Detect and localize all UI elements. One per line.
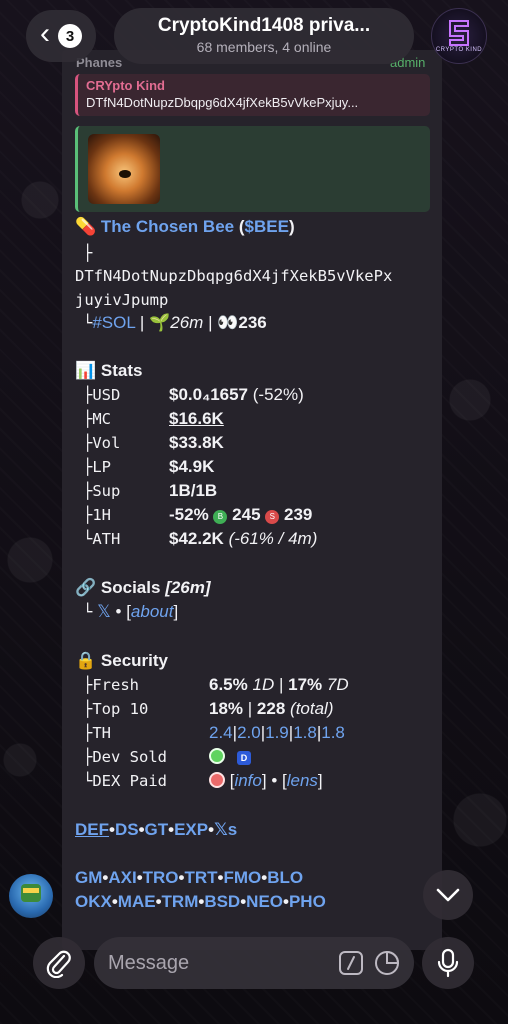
stat-row-mc: ├MC $16.6K bbox=[83, 409, 224, 428]
socials-heading: 🔗 Socials [26m] bbox=[75, 578, 211, 597]
security-row-top10: ├Top 10 18% | 228 (total) bbox=[83, 699, 334, 718]
link-preview[interactable] bbox=[75, 126, 430, 212]
token-name-link[interactable]: The Chosen Bee bbox=[101, 217, 234, 236]
avatar-visor bbox=[23, 888, 39, 893]
reply-author: CRYpto Kind bbox=[86, 78, 165, 93]
logo-icon bbox=[449, 20, 469, 46]
stats-heading: 📊 Stats bbox=[75, 361, 143, 380]
x-link[interactable]: 𝕏 bbox=[97, 602, 111, 621]
th-link-4[interactable]: 1.8 bbox=[293, 723, 317, 742]
th-link-2[interactable]: 2.0 bbox=[237, 723, 261, 742]
link-bsd[interactable]: BSD bbox=[204, 892, 240, 911]
th-link-5[interactable]: 1.8 bbox=[321, 723, 345, 742]
lens-link[interactable]: lens bbox=[287, 771, 318, 790]
token-line: 💊 The Chosen Bee ($BEE) bbox=[75, 217, 295, 236]
green-circle-icon bbox=[209, 748, 225, 764]
about-link[interactable]: about bbox=[131, 602, 174, 621]
link-axi[interactable]: AXI bbox=[108, 868, 136, 887]
link-def[interactable]: DEF bbox=[75, 820, 109, 839]
chat-subtitle: 68 members, 4 online bbox=[196, 39, 332, 55]
sells-count: 239 bbox=[284, 505, 313, 524]
link-fmo[interactable]: FMO bbox=[223, 868, 261, 887]
back-button[interactable]: ‹ 3 bbox=[26, 10, 96, 62]
chevron-left-icon: ‹ bbox=[40, 17, 50, 50]
message-input[interactable] bbox=[108, 937, 328, 989]
chat-title: CryptoKind1408 priva... bbox=[157, 15, 371, 36]
token-views: 236 bbox=[238, 313, 267, 332]
quick-links-row2: GM•AXI•TRO•TRT•FMO•BLO bbox=[75, 868, 304, 887]
avatar-character bbox=[21, 884, 41, 902]
link-pho[interactable]: PHO bbox=[289, 892, 326, 911]
command-icon[interactable] bbox=[338, 950, 364, 976]
info-link[interactable]: info bbox=[234, 771, 261, 790]
stat-row-sup: ├Sup 1B/1B bbox=[83, 481, 218, 500]
red-circle-icon bbox=[209, 772, 225, 788]
tree-end: └ bbox=[83, 314, 93, 332]
seedling-icon: 🌱 bbox=[149, 313, 171, 332]
sell-icon: S bbox=[265, 510, 280, 524]
stat-row-vol: ├Vol $33.8K bbox=[83, 433, 224, 452]
link-tro[interactable]: TRO bbox=[143, 868, 179, 887]
bee-image bbox=[119, 170, 131, 178]
microphone-button[interactable] bbox=[422, 937, 474, 989]
chat-title-pill[interactable]: CryptoKind1408 priva... 68 members, 4 on… bbox=[114, 8, 414, 64]
preview-image[interactable] bbox=[88, 134, 160, 204]
quick-links-row1: DEF•DS•GT•EXP•𝕏s bbox=[75, 820, 238, 839]
stat-row-1h: ├1H -52% B 245 S 239 bbox=[83, 505, 313, 524]
attach-button[interactable] bbox=[33, 937, 85, 989]
pill-icon: 💊 bbox=[75, 217, 97, 236]
microphone-icon bbox=[437, 948, 459, 978]
th-link-3[interactable]: 1.9 bbox=[265, 723, 289, 742]
link-xs[interactable]: 𝕏s bbox=[214, 820, 237, 839]
eyes-icon: 👀 bbox=[217, 313, 239, 332]
mc-link[interactable]: $16.6K bbox=[169, 409, 224, 428]
link-okx[interactable]: OKX bbox=[75, 892, 112, 911]
link-trt[interactable]: TRT bbox=[184, 868, 217, 887]
unread-count-badge: 3 bbox=[58, 24, 82, 48]
security-row-th: ├TH 2.4|2.0|1.9|1.8|1.8 bbox=[83, 723, 345, 742]
reply-text: DTfN4DotNupzDbqpg6dX4jfXekB5vVkePxjuy... bbox=[86, 95, 359, 110]
sticker-icon[interactable] bbox=[374, 950, 400, 976]
socials-row: └ 𝕏 • [about] bbox=[83, 602, 179, 621]
chain-hashtag[interactable]: #SOL bbox=[92, 313, 135, 332]
scroll-down-button[interactable] bbox=[423, 870, 473, 920]
message-composer[interactable] bbox=[94, 937, 414, 989]
reply-quote[interactable]: CRYpto Kind DTfN4DotNupzDbqpg6dX4jfXekB5… bbox=[75, 74, 430, 116]
token-meta: └#SOL | 🌱26m | 👀236 bbox=[83, 313, 267, 332]
dev-badge-icon[interactable]: D bbox=[237, 751, 251, 765]
lock-icon: 🔒 bbox=[75, 651, 97, 670]
tree-branch: ├ bbox=[83, 244, 93, 262]
stat-row-lp: ├LP $4.9K bbox=[83, 457, 215, 476]
token-address-line1[interactable]: DTfN4DotNupzDbqpg6dX4jfXekB5vVkePx bbox=[75, 265, 392, 287]
th-link-1[interactable]: 2.4 bbox=[209, 723, 233, 742]
chevron-down-icon bbox=[436, 888, 460, 902]
link-mae[interactable]: MAE bbox=[118, 892, 156, 911]
buys-count: 245 bbox=[232, 505, 261, 524]
token-ticker-link[interactable]: $BEE bbox=[245, 217, 289, 236]
sender-avatar[interactable] bbox=[9, 874, 53, 918]
group-avatar[interactable]: CRYPTO KIND bbox=[431, 8, 487, 64]
link-ds[interactable]: DS bbox=[115, 820, 139, 839]
avatar-text: CRYPTO KIND bbox=[435, 47, 483, 53]
stat-row-usd: ├USD $0.0₄1657 (-52%) bbox=[83, 385, 304, 404]
buy-icon: B bbox=[213, 510, 228, 524]
security-row-dev-sold: ├Dev Sold D bbox=[83, 746, 251, 768]
link-trm[interactable]: TRM bbox=[162, 892, 199, 911]
security-heading: 🔒 Security bbox=[75, 651, 168, 670]
link-blo[interactable]: BLO bbox=[267, 868, 303, 887]
token-address-line2[interactable]: juyivJpump bbox=[75, 289, 168, 311]
link-exp[interactable]: EXP bbox=[174, 820, 208, 839]
paperclip-icon bbox=[46, 950, 71, 978]
link-gt[interactable]: GT bbox=[145, 820, 169, 839]
chart-icon: 📊 bbox=[75, 361, 97, 380]
token-age: 26m bbox=[170, 313, 204, 332]
link-neo[interactable]: NEO bbox=[246, 892, 283, 911]
link-icon: 🔗 bbox=[75, 578, 97, 597]
stat-row-ath: └ATH $42.2K (-61% / 4m) bbox=[83, 529, 318, 548]
link-gm[interactable]: GM bbox=[75, 868, 102, 887]
security-row-fresh: ├Fresh 6.5% 1D | 17% 7D bbox=[83, 675, 349, 694]
quick-links-row3: OKX•MAE•TRM•BSD•NEO•PHO bbox=[75, 892, 326, 911]
security-row-dex-paid: └DEX Paid [info] • [lens] bbox=[83, 771, 323, 790]
